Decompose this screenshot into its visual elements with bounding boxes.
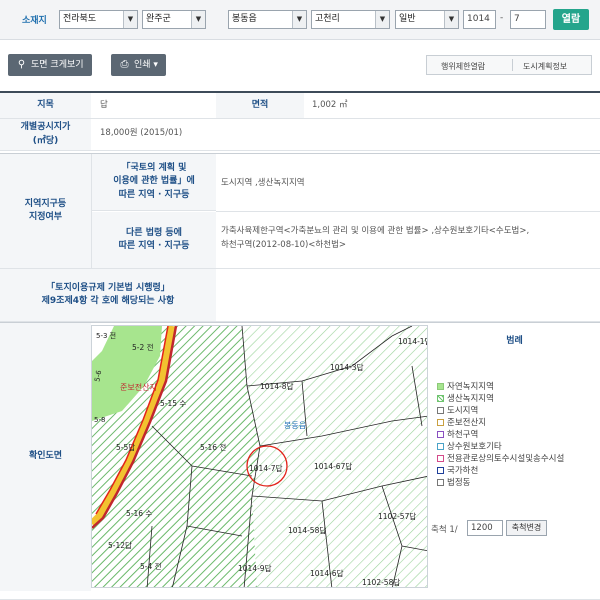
area-value: 1,002 ㎡	[312, 100, 348, 110]
map-label: 1014-1답	[398, 336, 428, 346]
view-button[interactable]: 열람	[553, 9, 589, 30]
map-label: 5-15 수	[160, 399, 186, 408]
jimok-header: 지목	[0, 93, 91, 118]
swatch-icon	[437, 419, 444, 426]
map-label: 1014-7답	[249, 463, 283, 473]
legend-item: 전용관로상의토수시설및송수시설	[437, 452, 564, 464]
info-button-group: 행위제한열람 도시계획정보	[426, 55, 592, 75]
map-label: 1014-67답	[314, 461, 352, 471]
address-search-bar: 소재지 전라북도 ▼ 완주군 ▼ 봉동읍 ▼ 고천리 ▼ 일반 ▼ 1014 - 7 열람	[0, 0, 600, 40]
map-label: 5-4 전	[140, 561, 162, 571]
land-type-select[interactable]: 일반 ▼	[395, 10, 459, 29]
scale-label: 축척 1/	[431, 525, 458, 535]
map-label: 1102-57답	[378, 511, 416, 521]
map-label: 1014-8답	[260, 381, 294, 391]
swatch-icon	[437, 407, 444, 414]
price-value: 18,000원 (2015/01)	[100, 128, 183, 138]
chevron-down-icon: ▼	[191, 11, 205, 28]
rule-header: 「토지이용규제 기본법 시행령」 제9조제4항 각 호에 해당되는 사항	[0, 269, 216, 321]
scale-input[interactable]: 1200	[467, 520, 503, 536]
legend-item: 상수원보호기타	[437, 440, 502, 452]
magnifier-icon: ⚲	[17, 59, 26, 70]
jimok-value: 답	[100, 100, 108, 110]
change-scale-button[interactable]: 축척변경	[506, 520, 547, 536]
swatch-icon	[437, 479, 444, 486]
map-label: 5-16 수	[126, 509, 152, 518]
chevron-down-icon: ▼	[123, 11, 137, 28]
province-select[interactable]: 전라북도 ▼	[59, 10, 138, 29]
zone-header: 지역지구등 지정여부	[0, 154, 91, 268]
chevron-down-icon: ▼	[292, 11, 306, 28]
restriction-view-button[interactable]: 행위제한열람	[441, 61, 485, 72]
map-legend: 범례 자연녹지지역 생산녹지지역 도시지역 준보전산지 하천구역 상수원보호기타…	[429, 325, 600, 588]
table-row-jimok: 지목 답 면적 1,002 ㎡	[0, 93, 600, 119]
map-label: 1014-3답	[330, 362, 364, 372]
divider	[216, 211, 600, 212]
law1-value: 도시지역 ,생산녹지지역	[221, 178, 305, 188]
urban-plan-button[interactable]: 도시계획정보	[523, 61, 567, 72]
swatch-icon	[437, 431, 444, 438]
print-button[interactable]: ⎙ 인쇄 ▾	[111, 54, 166, 76]
table-row-price: 개별공시지가 (㎡당) 18,000원 (2015/01)	[0, 119, 600, 151]
legend-title: 범례	[506, 336, 523, 346]
map-label: 5-16 전	[200, 442, 226, 452]
main-number-input[interactable]: 1014	[463, 10, 496, 29]
legend-item: 하천구역	[437, 428, 478, 440]
printer-icon: ⎙	[120, 59, 129, 70]
legend-item: 법정동	[437, 476, 470, 488]
chevron-down-icon: ▼	[375, 11, 389, 28]
law2-header: 다른 법령 등에 따른 지역 · 지구등	[92, 212, 216, 268]
district-label: 봉동읍	[284, 421, 306, 430]
map-canvas: 5-2 전 5-15 수 5-5답 5-16 전 5-16 수 5-12답 5-…	[92, 326, 428, 587]
map-label: 1014-58답	[288, 525, 326, 535]
county-select[interactable]: 완주군 ▼	[142, 10, 206, 29]
sub-number-input[interactable]: 7	[510, 10, 546, 29]
swatch-icon	[437, 383, 444, 390]
swatch-icon	[437, 443, 444, 450]
village-select[interactable]: 고천리 ▼	[311, 10, 390, 29]
town-select[interactable]: 봉동읍 ▼	[228, 10, 307, 29]
law1-header: 「국토의 계획 및 이용에 관한 법률」에 따른 지역 · 지구등	[92, 154, 216, 211]
chevron-down-icon: ▼	[444, 11, 458, 28]
swatch-icon	[437, 467, 444, 474]
parcel-map[interactable]: 5-2 전 5-15 수 5-5답 5-16 전 5-16 수 5-12답 5-…	[91, 325, 428, 588]
map-label: 1014-6답	[310, 568, 344, 578]
law2-value: 가축사육제한구역<가축분뇨의 관리 및 이용에 관한 법률> ,상수원보호기타<…	[221, 226, 530, 251]
map-label: 5-5답	[116, 442, 135, 452]
forest-label: 준보전산지	[120, 382, 157, 392]
legend-item: 도시지역	[437, 404, 478, 416]
map-header: 확인도면	[0, 323, 91, 591]
divider	[512, 59, 513, 71]
area-header: 면적	[216, 93, 304, 118]
enlarge-map-button[interactable]: ⚲ 도면 크게보기	[8, 54, 92, 76]
swatch-icon	[437, 395, 444, 402]
map-label: 5-12답	[108, 540, 132, 550]
table-row-zone: 지역지구등 지정여부 「국토의 계획 및 이용에 관한 법률」에 따른 지역 ·…	[0, 154, 600, 269]
number-dash: -	[500, 13, 504, 23]
legend-item: 국가하천	[437, 464, 478, 476]
swatch-icon	[437, 455, 444, 462]
legend-item: 자연녹지지역	[437, 380, 494, 392]
price-header: 개별공시지가 (㎡당)	[0, 119, 91, 150]
map-label: 5-3 전	[96, 331, 116, 340]
map-label: 1102-58답	[362, 577, 400, 587]
legend-item: 준보전산지	[437, 416, 486, 428]
location-label: 소재지	[22, 16, 47, 26]
map-label: 5-2 전	[132, 342, 154, 352]
map-label: 5-8	[94, 416, 105, 424]
table-row-rule: 「토지이용규제 기본법 시행령」 제9조제4항 각 호에 해당되는 사항	[0, 269, 600, 322]
map-label: 1014-9답	[238, 563, 272, 573]
legend-item: 생산녹지지역	[437, 392, 494, 404]
